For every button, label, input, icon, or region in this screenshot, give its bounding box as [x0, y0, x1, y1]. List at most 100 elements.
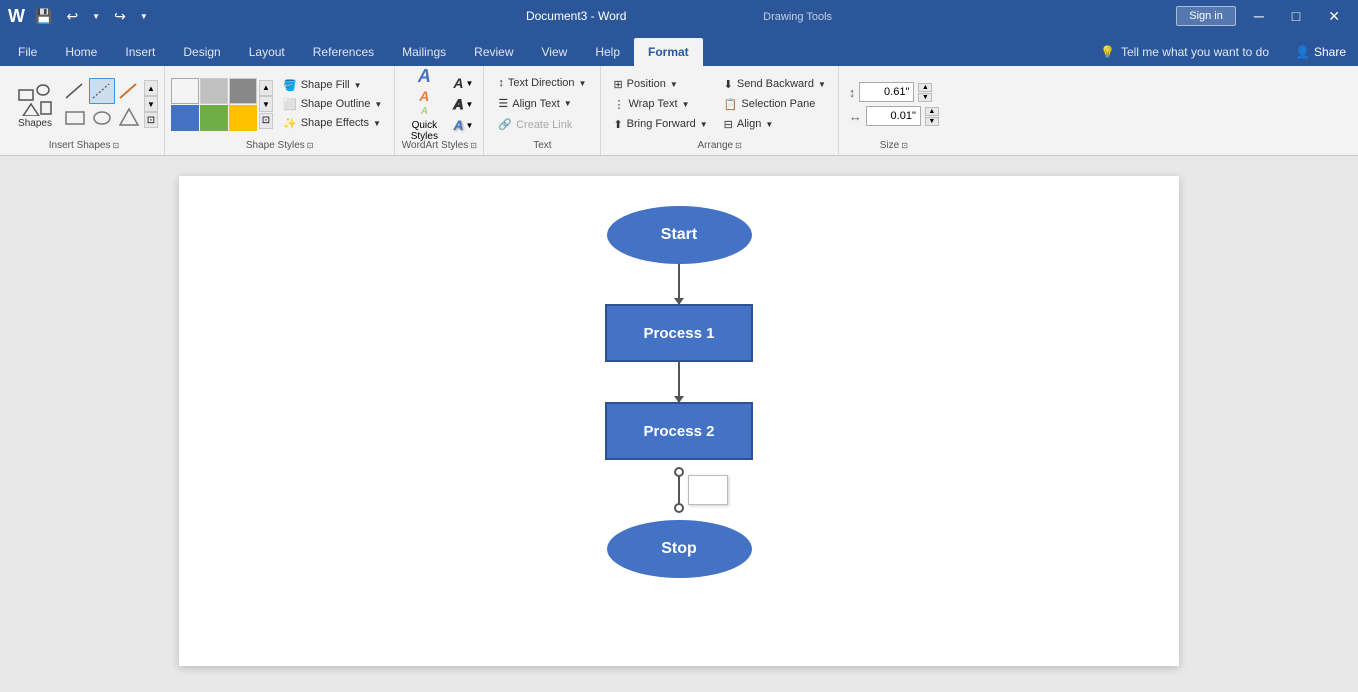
align-text-button[interactable]: ☰ Align Text ▼ — [490, 94, 594, 113]
save-button[interactable]: 💾 — [31, 6, 56, 27]
arrange-expand-icon[interactable]: ⊡ — [735, 141, 742, 150]
wrap-text-button[interactable]: ⋮ Wrap Text ▼ — [607, 95, 713, 114]
flowchart-stop[interactable]: Stop — [607, 520, 752, 578]
text-direction-dropdown[interactable]: ▼ — [579, 79, 587, 88]
text-direction-button[interactable]: ↕ Text Direction ▼ — [490, 74, 594, 92]
size-expand-icon[interactable]: ⊡ — [901, 141, 908, 150]
connector-handle-top[interactable] — [674, 467, 684, 477]
shape-styles-content: ▲ ▼ ⊡ 🪣 Shape Fill ▼ ⬜ Shape Outline ▼ — [171, 70, 388, 138]
bring-forward-button[interactable]: ⬆ Bring Forward ▼ — [607, 115, 713, 134]
shapes-scroll-down[interactable]: ▼ — [144, 96, 158, 112]
undo-button[interactable]: ↩ — [62, 6, 82, 27]
create-link-icon: 🔗 — [498, 118, 512, 131]
minimize-button[interactable]: ─ — [1244, 4, 1274, 28]
style-scroll-more[interactable]: ⊡ — [259, 113, 273, 129]
shapes-button[interactable]: Shapes — [10, 75, 60, 133]
style-scroll-up[interactable]: ▲ — [259, 80, 273, 96]
wordart-expand-icon[interactable]: ⊡ — [470, 141, 477, 150]
close-button[interactable]: ✕ — [1318, 4, 1350, 29]
shape-thumb-line1[interactable] — [62, 78, 88, 104]
style-item-2[interactable] — [200, 78, 228, 104]
width-down[interactable]: ▼ — [925, 117, 939, 126]
shape-fill-button[interactable]: 🪣 Shape Fill ▼ — [277, 76, 388, 94]
connector-handle-bottom[interactable] — [674, 503, 684, 513]
align-text-dropdown[interactable]: ▼ — [564, 99, 572, 108]
shape-effects-icon: ✨ — [283, 117, 297, 130]
position-dropdown[interactable]: ▼ — [670, 80, 678, 89]
send-backward-button[interactable]: ⬇ Send Backward ▼ — [718, 75, 832, 94]
tab-design[interactable]: Design — [169, 38, 234, 66]
undo-dropdown-button[interactable]: ▼ — [88, 10, 104, 23]
align-dropdown[interactable]: ▼ — [765, 120, 773, 129]
style-item-5[interactable] — [200, 105, 228, 131]
tab-file[interactable]: File — [4, 38, 51, 66]
shape-thumb-4[interactable] — [62, 105, 88, 131]
width-up[interactable]: ▲ — [925, 107, 939, 116]
style-item-1[interactable] — [171, 78, 199, 104]
shape-effects-button[interactable]: ✨ Shape Effects ▼ — [277, 114, 388, 132]
shape-thumb-6[interactable] — [116, 105, 142, 131]
tab-references[interactable]: References — [299, 38, 388, 66]
shapes-scroll-up[interactable]: ▲ — [144, 80, 158, 96]
selection-pane-icon: 📋 — [724, 98, 738, 111]
text-fill-button[interactable]: A ▼ — [449, 73, 477, 93]
tab-review[interactable]: Review — [460, 38, 527, 66]
style-item-4[interactable] — [171, 105, 199, 131]
title-bar-right: Sign in ─ □ ✕ — [1176, 4, 1350, 29]
style-item-3[interactable] — [229, 78, 257, 104]
position-icon: ⊞ — [613, 78, 622, 91]
flowchart-start[interactable]: Start — [607, 206, 752, 264]
align-button[interactable]: ⊟ Align ▼ — [718, 115, 832, 134]
shape-styles-buttons: 🪣 Shape Fill ▼ ⬜ Shape Outline ▼ ✨ Shape… — [277, 76, 388, 132]
redo-button[interactable]: ↪ — [110, 6, 130, 27]
height-up[interactable]: ▲ — [918, 83, 932, 92]
tell-me-icon: 💡 — [1100, 45, 1115, 59]
selection-pane-button[interactable]: 📋 Selection Pane — [718, 95, 832, 114]
send-backward-icon: ⬇ — [724, 78, 733, 91]
customize-quick-access-button[interactable]: ▼ — [136, 10, 152, 23]
shapes-scroll-more[interactable]: ⊡ — [144, 112, 158, 128]
quick-styles-button[interactable]: A A A Quick Styles — [401, 75, 447, 133]
title-bar-left: W 💾 ↩ ▼ ↪ ▼ — [8, 6, 152, 27]
tab-mailings[interactable]: Mailings — [388, 38, 460, 66]
send-backward-dropdown[interactable]: ▼ — [818, 80, 826, 89]
tab-insert[interactable]: Insert — [111, 38, 169, 66]
tab-layout[interactable]: Layout — [235, 38, 299, 66]
shapes-gallery — [62, 78, 142, 131]
share-button[interactable]: 👤 Share — [1287, 38, 1354, 66]
flowchart: Start Process 1 Process 2 — [605, 206, 753, 578]
tell-me-box[interactable]: 💡 Tell me what you want to do — [1090, 38, 1279, 66]
height-down[interactable]: ▼ — [918, 93, 932, 102]
shape-thumb-5[interactable] — [89, 105, 115, 131]
ribbon-tabs: File Home Insert Design Layout Reference… — [0, 32, 1358, 66]
tab-help[interactable]: Help — [581, 38, 634, 66]
flowchart-process2[interactable]: Process 2 ≡ — [605, 402, 753, 460]
insert-shapes-expand-icon[interactable]: ⊡ — [113, 141, 120, 150]
sign-in-button[interactable]: Sign in — [1176, 6, 1236, 26]
shape-fill-dropdown[interactable]: ▼ — [354, 81, 362, 90]
height-input[interactable] — [859, 82, 914, 102]
arrange-col-right: ⬇ Send Backward ▼ 📋 Selection Pane ⊟ Ali… — [718, 75, 832, 134]
wrap-text-dropdown[interactable]: ▼ — [682, 100, 690, 109]
shape-outline-dropdown[interactable]: ▼ — [374, 100, 382, 109]
width-input[interactable] — [866, 106, 921, 126]
tab-view[interactable]: View — [528, 38, 582, 66]
flowchart-process1[interactable]: Process 1 — [605, 304, 753, 362]
shape-fill-icon: 🪣 — [283, 79, 297, 92]
shape-styles-expand-icon[interactable]: ⊡ — [307, 141, 314, 150]
text-effects-button[interactable]: A ▼ — [449, 115, 477, 135]
style-item-6[interactable] — [229, 105, 257, 131]
shape-effects-dropdown[interactable]: ▼ — [373, 119, 381, 128]
maximize-button[interactable]: □ — [1282, 4, 1310, 28]
tab-home[interactable]: Home — [51, 38, 111, 66]
shape-thumb-line3[interactable] — [116, 78, 142, 104]
shape-outline-button[interactable]: ⬜ Shape Outline ▼ — [277, 95, 388, 113]
style-scroll: ▲ ▼ ⊡ — [259, 78, 273, 131]
position-button[interactable]: ⊞ Position ▼ — [607, 75, 713, 94]
shape-thumb-line2[interactable] — [89, 78, 115, 104]
text-outline-button[interactable]: A ▼ — [449, 94, 477, 114]
bring-forward-dropdown[interactable]: ▼ — [700, 120, 708, 129]
connector-tooltip[interactable]: ≡ — [688, 475, 728, 505]
tab-format[interactable]: Format — [634, 38, 703, 66]
style-scroll-down[interactable]: ▼ — [259, 96, 273, 112]
